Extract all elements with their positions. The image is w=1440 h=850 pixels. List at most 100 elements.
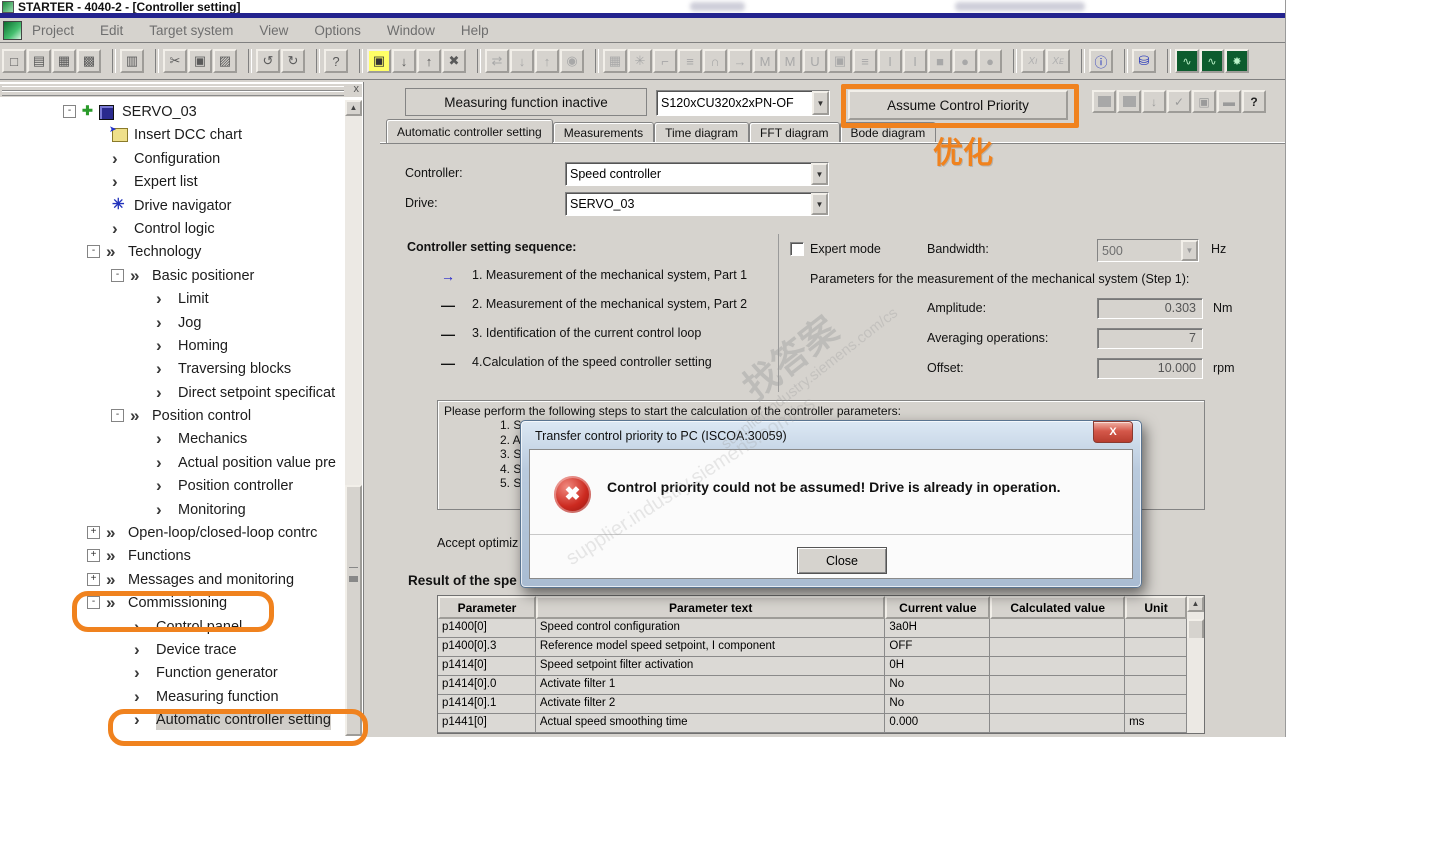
tree-item-configuration[interactable]: › Configuration: [0, 147, 344, 170]
tree-item-label[interactable]: Direct setpoint specificat: [178, 383, 335, 403]
table-scrollbar[interactable]: ▲: [1187, 596, 1205, 619]
column-header[interactable]: Parameter: [438, 596, 536, 619]
collapse-icon[interactable]: -: [87, 596, 100, 610]
import-icon[interactable]: ↓: [510, 49, 534, 73]
tab-bode-diagram[interactable]: Bode diagram: [839, 122, 937, 143]
table-scrollbar-track[interactable]: [1187, 714, 1204, 733]
tree-item-label[interactable]: Position controller: [178, 476, 293, 496]
expand-icon[interactable]: +: [87, 549, 100, 563]
tree-item-label[interactable]: Expert list: [134, 172, 198, 192]
assume-control-priority-button[interactable]: Assume Control Priority: [848, 90, 1068, 120]
open-project-icon[interactable]: ▤: [27, 49, 51, 73]
table-row[interactable]: p1400[0] Speed control configuration 3a0H: [438, 619, 1205, 647]
save-compile-icon[interactable]: ▩: [77, 49, 101, 73]
tree-item-label[interactable]: Open-loop/closed-loop contrc: [128, 523, 317, 543]
tree-item-label[interactable]: Functions: [128, 546, 191, 566]
control-panel-icon[interactable]: ⛁: [1132, 49, 1156, 73]
commission-step-icon[interactable]: ⌐: [653, 49, 677, 73]
dialog-close-button[interactable]: X: [1093, 421, 1133, 443]
expert-mode-checkbox[interactable]: [790, 242, 804, 256]
expand-icon[interactable]: +: [87, 526, 100, 540]
x-internal-icon[interactable]: Xı: [1021, 49, 1045, 73]
expand-icon[interactable]: +: [87, 572, 100, 586]
tree-scroll-thumb[interactable]: [345, 485, 362, 736]
chevron-down-icon[interactable]: ▼: [812, 91, 829, 115]
tree-item-measuring-function[interactable]: › Measuring function: [0, 685, 344, 708]
tree-item-label[interactable]: SERVO_03: [122, 102, 197, 122]
scroll-up-icon[interactable]: ▲: [345, 100, 362, 116]
close-panel-icon[interactable]: x: [354, 83, 360, 95]
menu-project[interactable]: Project: [32, 23, 74, 38]
tree-item-control-logic[interactable]: › Control logic: [0, 217, 344, 240]
menu-view[interactable]: View: [259, 23, 288, 38]
x-external-icon[interactable]: Xᴇ: [1046, 49, 1070, 73]
redo-icon[interactable]: ↻: [281, 49, 305, 73]
context-help-icon[interactable]: ?: [324, 49, 348, 73]
tree-item-label[interactable]: Configuration: [134, 149, 220, 169]
tree-item-actual-position-value-pre[interactable]: › Actual position value pre: [0, 451, 344, 474]
curve-m1-icon[interactable]: M: [753, 49, 777, 73]
table-row[interactable]: p1414[0].0 Activate filter 1 No: [438, 676, 1204, 695]
column-header[interactable]: Calculated value: [990, 596, 1126, 619]
tree-item-homing[interactable]: › Homing: [0, 334, 344, 357]
window-2-icon[interactable]: [1117, 90, 1141, 113]
connect-target-icon[interactable]: ▣: [367, 49, 391, 73]
tab-time-diagram[interactable]: Time diagram: [654, 122, 750, 143]
undo-icon[interactable]: ↺: [256, 49, 280, 73]
tree-item-label[interactable]: Measuring function: [156, 687, 279, 707]
tree-item-mechanics[interactable]: › Mechanics: [0, 427, 344, 450]
tree-item-control-panel[interactable]: › Control panel: [0, 615, 344, 638]
tree-item-label[interactable]: Commissioning: [128, 593, 227, 613]
tree-item-open-loop-closed-loop-contrc[interactable]: + » Open-loop/closed-loop contrc: [0, 521, 344, 544]
module-icon[interactable]: ▣: [828, 49, 852, 73]
panel-grip[interactable]: [2, 91, 344, 96]
tree-item-commissioning[interactable]: -» Commissioning: [0, 591, 344, 614]
tree-item-device-trace[interactable]: › Device trace: [0, 638, 344, 661]
collapse-icon[interactable]: -: [63, 105, 76, 118]
help-button[interactable]: ?: [1242, 90, 1266, 113]
copy-icon[interactable]: ▣: [188, 49, 212, 73]
uf-curve-icon[interactable]: U: [803, 49, 827, 73]
tree-item-insert-dcc-chart[interactable]: Insert DCC chart: [0, 123, 344, 146]
collapse-icon[interactable]: -: [111, 268, 124, 282]
tree-item-label[interactable]: Technology: [128, 242, 201, 262]
upload-project-icon[interactable]: ↑: [417, 49, 441, 73]
menu-help[interactable]: Help: [461, 23, 489, 38]
new-file-icon[interactable]: □: [2, 49, 26, 73]
tree-item-label[interactable]: Messages and monitoring: [128, 570, 294, 590]
tree-item-label[interactable]: Actual position value pre: [178, 453, 336, 473]
curve-m2-icon[interactable]: M: [778, 49, 802, 73]
tree-item-functions[interactable]: + » Functions: [0, 544, 344, 567]
column-header[interactable]: Parameter text: [535, 596, 886, 619]
table-row[interactable]: p1441[0] Actual speed smoothing time 0.000…: [438, 714, 1204, 733]
tree-item-label[interactable]: Position control: [152, 406, 251, 426]
table-row[interactable]: p1400[0].3 Reference model speed setpoint…: [438, 638, 1204, 657]
tree-item-monitoring[interactable]: › Monitoring: [0, 498, 344, 521]
tree-item-function-generator[interactable]: › Function generator: [0, 661, 344, 684]
tree-item-label[interactable]: Limit: [178, 289, 209, 309]
tree-item-direct-setpoint-specificat[interactable]: › Direct setpoint specificat: [0, 381, 344, 404]
tree-scrollbar[interactable]: ▲: [345, 100, 362, 736]
tree-item-label[interactable]: Automatic controller setting: [156, 710, 331, 731]
table-row[interactable]: p1414[0] Speed setpoint filter activation…: [438, 657, 1204, 676]
column-header[interactable]: Current value: [885, 596, 991, 619]
table-scrollbar-track[interactable]: [1187, 657, 1204, 676]
paste-icon[interactable]: ▨: [213, 49, 237, 73]
tab-measurements[interactable]: Measurements: [552, 122, 655, 143]
tree-item-basic-positioner[interactable]: -» Basic positioner: [0, 264, 344, 287]
menu-options[interactable]: Options: [314, 23, 361, 38]
tree-item-drive-navigator[interactable]: ✳ Drive navigator: [0, 194, 344, 217]
curve-i2-icon[interactable]: I: [903, 49, 927, 73]
window-1-icon[interactable]: [1092, 90, 1116, 113]
menu-window[interactable]: Window: [387, 23, 435, 38]
tree-item-label[interactable]: Function generator: [156, 663, 278, 683]
tree-item-expert-list[interactable]: › Expert list: [0, 170, 344, 193]
tree-panel-header[interactable]: x: [0, 83, 362, 97]
network-info-icon[interactable]: ⓘ: [1089, 49, 1113, 73]
disconnect-icon[interactable]: ✖: [442, 49, 466, 73]
drive-navigator-icon[interactable]: ✳: [628, 49, 652, 73]
table-scrollbar-track[interactable]: [1187, 695, 1204, 714]
circle2-icon[interactable]: ●: [978, 49, 1002, 73]
save-icon[interactable]: ▦: [52, 49, 76, 73]
download-sequence-icon[interactable]: ↓: [1142, 90, 1166, 113]
